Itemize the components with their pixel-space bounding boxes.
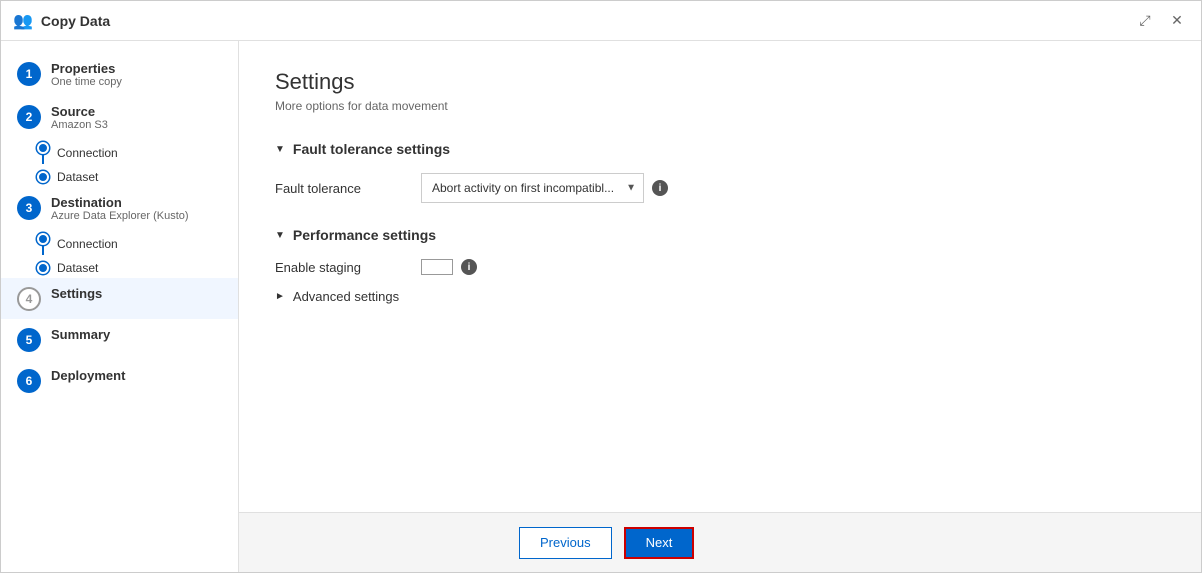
enable-staging-toggle[interactable] [421,259,453,275]
destination-label: Destination [51,195,189,210]
sidebar-item-destination[interactable]: 3 Destination Azure Data Explorer (Kusto… [1,187,238,230]
step-badge-2: 2 [17,105,41,129]
source-subtitle: Amazon S3 [51,119,108,131]
source-dataset-dot [37,171,49,183]
destination-sub-items: Connection Dataset [1,230,238,278]
advanced-chevron-icon: ► [275,291,285,302]
source-sub-items: Connection Dataset [1,139,238,187]
next-button[interactable]: Next [624,527,695,559]
close-icon: ✕ [1171,12,1183,29]
fault-tolerance-label: Fault tolerance [275,181,405,196]
properties-label: Properties [51,61,122,76]
deployment-label: Deployment [51,368,125,383]
settings-label: Settings [51,286,102,301]
app-container: 👥 Copy Data ⤢ ✕ 1 Properties One time co… [0,0,1202,573]
source-label: Source [51,104,108,119]
step-badge-1: 1 [17,62,41,86]
source-dataset-label[interactable]: Dataset [57,170,98,184]
performance-section: ▼ Performance settings Enable staging i … [275,227,1165,304]
sidebar: 1 Properties One time copy 2 Source Amaz… [1,41,239,572]
previous-button[interactable]: Previous [519,527,612,559]
step-badge-3: 3 [17,196,41,220]
title-bar-right: ⤢ ✕ [1133,9,1189,33]
dest-dataset-dot [37,262,49,274]
fault-tolerance-collapse-icon[interactable]: ▼ [275,144,285,155]
source-connection-dot [37,142,49,154]
sidebar-item-settings[interactable]: 4 Settings [1,278,238,319]
fault-tolerance-select[interactable]: Abort activity on first incompatibl... [421,173,644,203]
source-line-1 [42,154,44,164]
dest-dataset-label[interactable]: Dataset [57,261,98,275]
performance-header: ▼ Performance settings [275,227,1165,243]
sidebar-item-summary[interactable]: 5 Summary [1,319,238,360]
enable-staging-label: Enable staging [275,260,405,275]
step-badge-5: 5 [17,328,41,352]
enable-staging-info-icon[interactable]: i [461,259,477,275]
close-button[interactable]: ✕ [1165,9,1189,33]
source-connection-label[interactable]: Connection [57,146,118,160]
collapse-button[interactable]: ⤢ [1133,9,1157,33]
copy-data-icon: 👥 [13,11,33,31]
fault-tolerance-title: Fault tolerance settings [293,141,450,157]
summary-label: Summary [51,327,110,342]
footer: Previous Next [239,512,1201,572]
main-panel: Settings More options for data movement … [239,41,1201,572]
main-content: 1 Properties One time copy 2 Source Amaz… [1,41,1201,572]
properties-subtitle: One time copy [51,76,122,88]
fault-tolerance-section: ▼ Fault tolerance settings Fault toleran… [275,141,1165,203]
dest-line-1 [42,245,44,255]
enable-staging-row: Enable staging i [275,259,1165,275]
advanced-settings-label: Advanced settings [293,289,399,304]
app-title: Copy Data [41,13,110,29]
title-bar-left: 👥 Copy Data [13,11,110,31]
content-area: Settings More options for data movement … [239,41,1201,512]
fault-tolerance-info-icon[interactable]: i [652,180,668,196]
step-badge-6: 6 [17,369,41,393]
dest-connection-label[interactable]: Connection [57,237,118,251]
page-title: Settings [275,69,1165,95]
collapse-icon: ⤢ [1139,12,1150,29]
advanced-settings-row[interactable]: ► Advanced settings [275,289,1165,304]
title-bar: 👥 Copy Data ⤢ ✕ [1,1,1201,41]
performance-collapse-icon[interactable]: ▼ [275,230,285,241]
sidebar-item-properties[interactable]: 1 Properties One time copy [1,53,238,96]
performance-title: Performance settings [293,227,436,243]
fault-tolerance-field-row: Fault tolerance Abort activity on first … [275,173,1165,203]
enable-staging-control: i [421,259,477,275]
destination-subtitle: Azure Data Explorer (Kusto) [51,210,189,222]
fault-tolerance-header: ▼ Fault tolerance settings [275,141,1165,157]
page-subtitle: More options for data movement [275,99,1165,113]
step-badge-4: 4 [17,287,41,311]
fault-tolerance-select-wrapper: Abort activity on first incompatibl... ▼ [421,173,644,203]
dest-connection-dot [37,233,49,245]
sidebar-item-source[interactable]: 2 Source Amazon S3 [1,96,238,139]
sidebar-item-deployment[interactable]: 6 Deployment [1,360,238,401]
fault-tolerance-control: Abort activity on first incompatibl... ▼… [421,173,668,203]
